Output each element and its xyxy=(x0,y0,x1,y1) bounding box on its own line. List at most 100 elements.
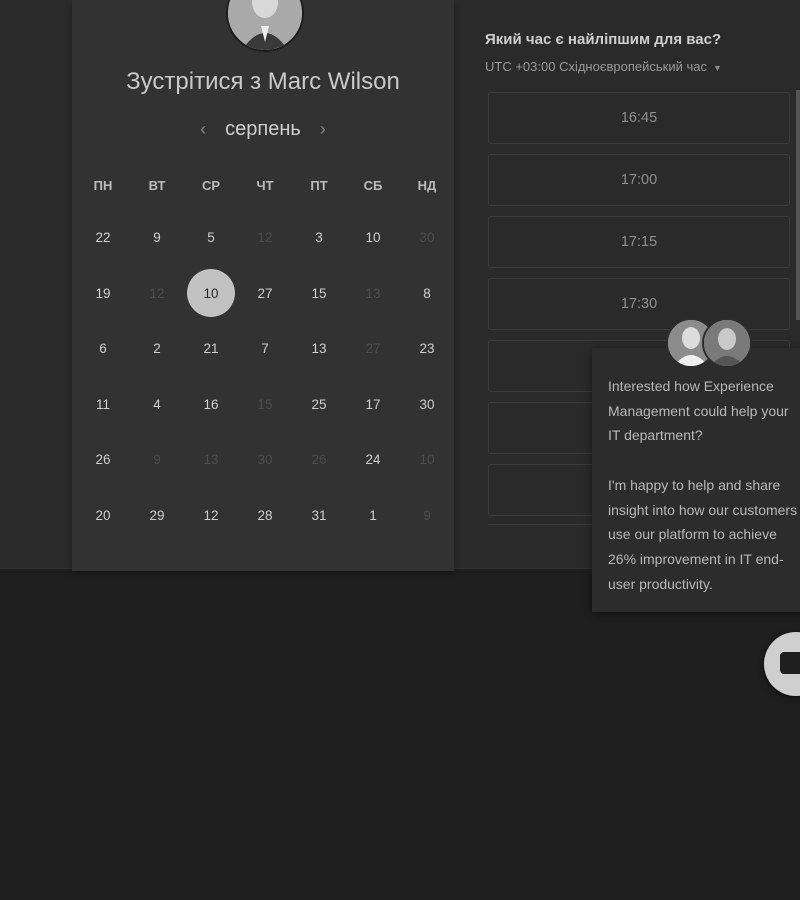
calendar-day-label: 12 xyxy=(149,285,165,301)
calendar-day[interactable]: 1 xyxy=(346,488,400,544)
calendar-day-label: 21 xyxy=(203,341,219,357)
calendar-day: 12 xyxy=(238,210,292,266)
next-month-icon[interactable]: › xyxy=(309,119,337,140)
calendar-day-label: 3 xyxy=(315,230,323,245)
weekday-label: ЧТ xyxy=(256,178,274,193)
calendar-day[interactable]: 28 xyxy=(238,488,292,544)
calendar-day-label: 8 xyxy=(423,285,431,301)
calendar-day: 12 xyxy=(130,266,184,322)
weekday-label: ПН xyxy=(93,178,113,193)
calendar-day[interactable]: 31 xyxy=(292,488,346,544)
calendar-day[interactable]: 26 xyxy=(76,432,130,488)
calendar-week-row: 6 2 21 7 13 27 23 xyxy=(76,321,454,377)
calendar-day-label: 9 xyxy=(153,452,161,468)
calendar-day: 9 xyxy=(130,432,184,488)
calendar-day-label: 6 xyxy=(99,341,107,357)
calendar-day-label: 25 xyxy=(311,396,327,412)
calendar-day-label: 5 xyxy=(207,230,215,245)
weekday-label: СР xyxy=(201,178,221,193)
calendar-day[interactable]: 13 xyxy=(292,321,346,377)
calendar-day-label: 13 xyxy=(365,285,381,301)
calendar-day-label: 2 xyxy=(153,341,161,357)
caret-down-icon: ▼ xyxy=(712,63,722,73)
calendar-day-label: 27 xyxy=(257,285,273,301)
calendar-day[interactable]: 7 xyxy=(238,321,292,377)
month-navigation: ‹ серпень › xyxy=(72,118,454,141)
calendar-day-label: 10 xyxy=(419,452,435,468)
calendar-week-row: 19 12 10 27 15 13 8 xyxy=(76,266,454,322)
calendar-day[interactable]: 15 xyxy=(292,266,346,322)
calendar-week-row: 11 4 16 15 25 17 30 xyxy=(76,377,454,433)
calendar-day-label: 9 xyxy=(153,230,161,245)
time-slot[interactable]: 17:15 xyxy=(488,216,790,268)
calendar-day-label: 4 xyxy=(153,396,161,412)
weekday-label: НД xyxy=(417,178,437,193)
calendar-day-label: 28 xyxy=(257,507,273,523)
calendar-day[interactable]: 5 xyxy=(184,210,238,266)
scrollbar[interactable] xyxy=(796,90,800,320)
calendar-day[interactable]: 29 xyxy=(130,488,184,544)
calendar-day: 26 xyxy=(292,432,346,488)
calendar-day[interactable]: 6 xyxy=(76,321,130,377)
calendar-day[interactable]: 19 xyxy=(76,266,130,322)
calendar-day[interactable]: 10 xyxy=(346,210,400,266)
time-prompt: Який час є найліпшим для вас? xyxy=(485,31,722,48)
chat-agent-avatars xyxy=(666,318,756,370)
calendar-day-label: 30 xyxy=(419,230,435,245)
calendar-day: 13 xyxy=(184,432,238,488)
calendar-day[interactable]: 8 xyxy=(400,266,454,322)
weekday-label: ВТ xyxy=(148,178,166,193)
calendar-day[interactable]: 2 xyxy=(130,321,184,377)
calendar-day[interactable]: 4 xyxy=(130,377,184,433)
calendar-day[interactable]: 21 xyxy=(184,321,238,377)
calendar-day-label: 20 xyxy=(95,507,111,523)
calendar-day-label: 15 xyxy=(257,396,273,412)
weekday-label: ПТ xyxy=(310,178,328,193)
time-slot[interactable]: 17:00 xyxy=(488,154,790,206)
calendar-day-label: 10 xyxy=(203,285,219,301)
calendar-day[interactable]: 23 xyxy=(400,321,454,377)
calendar-day[interactable]: 3 xyxy=(292,210,346,266)
calendar-day-selected[interactable]: 10 xyxy=(184,266,238,322)
calendar-day-label: 10 xyxy=(365,230,381,245)
calendar-day-label: 26 xyxy=(311,452,327,468)
calendar-grid: ПН ВТ СР ЧТ ПТ СБ НД 22 9 5 12 3 10 30 19 12 10 27… xyxy=(76,162,454,544)
calendar-day[interactable]: 22 xyxy=(76,210,130,266)
calendar-day: 30 xyxy=(400,210,454,266)
calendar-day: 27 xyxy=(346,321,400,377)
calendar-day-label: 12 xyxy=(203,507,219,523)
timezone-selector[interactable]: UTC +03:00 Східноєвропейський час ▼ xyxy=(485,59,722,74)
calendar-day[interactable]: 17 xyxy=(346,377,400,433)
calendar-day-label: 7 xyxy=(261,341,269,357)
calendar-day[interactable]: 16 xyxy=(184,377,238,433)
calendar-day-label: 22 xyxy=(95,230,111,245)
calendar-day: 10 xyxy=(400,432,454,488)
calendar-day[interactable]: 9 xyxy=(130,210,184,266)
weekday-header: ПН ВТ СР ЧТ ПТ СБ НД xyxy=(76,162,454,210)
timezone-label: UTC +03:00 Східноєвропейський час xyxy=(485,59,707,74)
calendar-day[interactable]: 27 xyxy=(238,266,292,322)
prev-month-icon[interactable]: ‹ xyxy=(189,119,217,140)
calendar-week-row: 22 9 5 12 3 10 30 xyxy=(76,210,454,266)
time-slot[interactable]: 16:45 xyxy=(488,92,790,144)
calendar-day-label: 24 xyxy=(365,452,381,468)
calendar-day-label: 23 xyxy=(419,341,435,357)
calendar-day[interactable]: 25 xyxy=(292,377,346,433)
chat-message-line: Interested how Experience Management cou… xyxy=(608,378,789,444)
calendar-day: 30 xyxy=(238,432,292,488)
calendar-day[interactable]: 11 xyxy=(76,377,130,433)
calendar-day-label: 16 xyxy=(203,396,219,412)
calendar-day: 13 xyxy=(346,266,400,322)
calendar-day[interactable]: 12 xyxy=(184,488,238,544)
chat-launcher-button[interactable] xyxy=(764,632,800,696)
calendar-day-label: 13 xyxy=(311,341,327,357)
calendar-day[interactable]: 24 xyxy=(346,432,400,488)
calendar-day-label: 26 xyxy=(95,452,111,468)
calendar-day[interactable]: 20 xyxy=(76,488,130,544)
calendar-day[interactable]: 30 xyxy=(400,377,454,433)
chat-message-line: I'm happy to help and share insight into… xyxy=(608,476,798,592)
chat-bubble-icon xyxy=(780,652,800,674)
calendar-day-label: 12 xyxy=(257,230,273,245)
calendar-week-row: 26 9 13 30 26 24 10 xyxy=(76,432,454,488)
month-label: серпень xyxy=(225,118,301,140)
